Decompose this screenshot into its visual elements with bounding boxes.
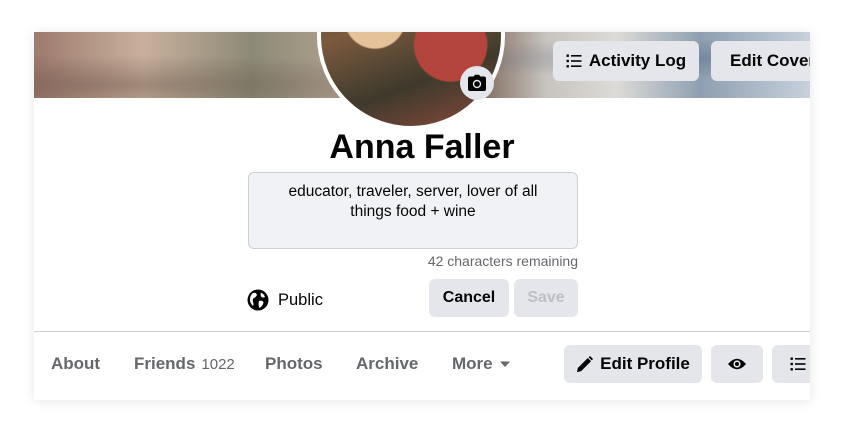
tab-archive[interactable]: Archive bbox=[356, 354, 418, 374]
list-icon bbox=[566, 54, 582, 68]
activity-log-label: Activity Log bbox=[588, 51, 687, 70]
camera-icon bbox=[468, 74, 486, 91]
tab-friends-label: Friends bbox=[134, 354, 196, 373]
edit-profile-button[interactable]: Edit Profile bbox=[564, 345, 702, 383]
edit-cover-photo-button[interactable]: Edit Cover Photo bbox=[711, 41, 810, 81]
characters-remaining: 42 characters remaining bbox=[427, 253, 578, 269]
bio-textarea[interactable]: educator, traveler, server, lover of all… bbox=[248, 172, 578, 249]
caret-down-icon bbox=[499, 361, 510, 367]
tab-photos-label: Photos bbox=[265, 354, 323, 373]
more-options-button[interactable] bbox=[772, 345, 810, 383]
profile-name: Anna Faller bbox=[329, 128, 515, 166]
eye-icon bbox=[728, 358, 746, 370]
tab-more[interactable]: More bbox=[452, 354, 511, 374]
tab-more-label: More bbox=[452, 354, 493, 373]
divider bbox=[34, 331, 810, 332]
edit-profile-label: Edit Profile bbox=[600, 354, 690, 373]
edit-cover-photo-label: Edit Cover Photo bbox=[730, 51, 810, 70]
save-button[interactable]: Save bbox=[514, 279, 578, 317]
view-as-button[interactable] bbox=[711, 345, 763, 383]
friends-count: 1022 bbox=[201, 355, 235, 373]
privacy-selector[interactable]: Public bbox=[247, 289, 323, 311]
tab-archive-label: Archive bbox=[356, 354, 419, 373]
list-icon bbox=[790, 357, 806, 371]
activity-log-button[interactable]: Activity Log bbox=[553, 41, 699, 81]
cancel-button[interactable]: Cancel bbox=[429, 279, 509, 317]
update-profile-picture-button[interactable] bbox=[460, 66, 494, 100]
tab-photos[interactable]: Photos bbox=[265, 354, 323, 374]
tab-friends[interactable]: Friends 1022 bbox=[134, 354, 235, 374]
globe-icon bbox=[247, 289, 269, 311]
profile-card: Activity Log Edit Cover Photo Anna Falle… bbox=[34, 32, 810, 400]
privacy-label: Public bbox=[278, 290, 323, 309]
tab-about[interactable]: About bbox=[51, 354, 100, 374]
tab-about-label: About bbox=[51, 354, 101, 373]
pencil-icon bbox=[577, 355, 594, 372]
